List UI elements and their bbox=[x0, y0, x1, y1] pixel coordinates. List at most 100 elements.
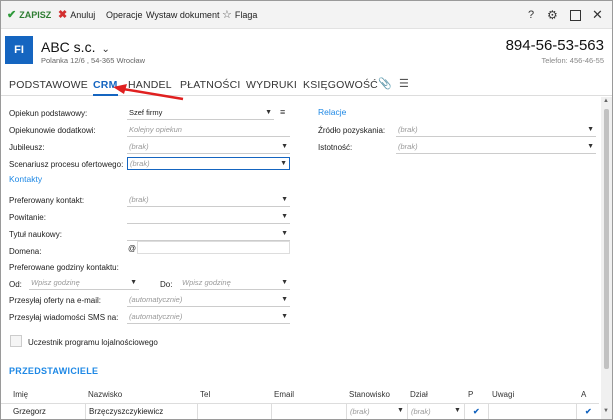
acquisition-source-select[interactable]: (brak) ▼ bbox=[396, 124, 596, 137]
from-label: Od: bbox=[9, 280, 22, 289]
from-hour-select[interactable]: Wpisz godzinę ▼ bbox=[29, 277, 139, 290]
cell-divider bbox=[197, 404, 198, 419]
scroll-down-icon[interactable]: ▼ bbox=[603, 408, 609, 414]
send-offers-email-select[interactable]: (automatycznie) ▼ bbox=[127, 294, 290, 307]
to-label: Do: bbox=[160, 280, 173, 289]
chevron-down-icon[interactable]: ⌄ bbox=[101, 44, 109, 55]
history-list-icon[interactable]: ☰ bbox=[399, 77, 409, 90]
cell-divider bbox=[488, 404, 489, 419]
additional-guardians-input[interactable]: Kolejny opiekun bbox=[127, 124, 290, 137]
chevron-down-icon: ▼ bbox=[587, 126, 594, 133]
to-hour-select[interactable]: Wpisz godzinę ▼ bbox=[180, 277, 290, 290]
main-guardian-label: Opiekun podstawowy: bbox=[9, 109, 88, 118]
send-sms-select[interactable]: (automatycznie) ▼ bbox=[127, 311, 290, 324]
column-header[interactable]: A bbox=[581, 390, 586, 399]
column-header[interactable]: Uwagi bbox=[492, 390, 514, 399]
company-address: Polanka 12/6 , 54-365 Wrocław bbox=[41, 56, 146, 65]
chevron-down-icon: ▼ bbox=[281, 143, 288, 150]
cell-divider bbox=[576, 404, 577, 419]
cell-divider bbox=[407, 404, 408, 419]
to-hour-value: Wpisz godzinę bbox=[182, 278, 231, 287]
tab-payments[interactable]: PŁATNOŚCI bbox=[180, 79, 241, 91]
acquisition-source-value: (brak) bbox=[398, 125, 418, 134]
tab-basic[interactable]: PODSTAWOWE bbox=[9, 79, 88, 91]
toolbar: ✔ ZAPISZ ✖ Anuluj Operacje Wystaw dokument… bbox=[1, 1, 612, 29]
gear-icon[interactable]: ⚙ bbox=[547, 7, 558, 23]
menu-icon[interactable]: ≡ bbox=[280, 107, 285, 117]
jubilee-select[interactable]: (brak) ▼ bbox=[127, 141, 290, 154]
flag-button[interactable]: ☆ Flaga bbox=[222, 8, 257, 22]
save-label: ZAPISZ bbox=[19, 10, 52, 20]
table-row[interactable]: Grzegorz Brzęczyszczykiewicz (brak) ▼ (b… bbox=[1, 403, 599, 419]
secondary-phone: Telefon: 456-46-55 bbox=[541, 56, 604, 65]
company-name[interactable]: ABC s.c. ⌄ bbox=[41, 39, 110, 55]
contacts-section-title: Kontakty bbox=[9, 174, 43, 184]
contractor-window: ✔ ZAPISZ ✖ Anuluj Operacje Wystaw dokument… bbox=[0, 0, 613, 420]
representatives-table-header: Imię Nazwisko Tel Email Stanowisko Dział… bbox=[1, 389, 599, 403]
send-offers-email-label: Przesyłaj oferty na e-mail: bbox=[9, 296, 102, 305]
greeting-select[interactable]: ▼ bbox=[127, 211, 290, 224]
column-header[interactable]: P bbox=[468, 390, 473, 399]
loyalty-program-checkbox[interactable] bbox=[10, 335, 22, 347]
chevron-down-icon: ▼ bbox=[281, 196, 288, 203]
checkmark-icon: ✔ bbox=[7, 9, 17, 21]
preferred-contact-label: Preferowany kontakt: bbox=[9, 196, 85, 205]
importance-value: (brak) bbox=[398, 142, 418, 151]
scrollbar-thumb[interactable] bbox=[604, 109, 609, 369]
scroll-up-icon[interactable]: ▲ bbox=[603, 98, 609, 104]
jubilee-value: (brak) bbox=[129, 142, 149, 151]
chevron-down-icon: ▼ bbox=[281, 296, 288, 303]
last-name-cell[interactable]: Brzęczyszczykiewicz bbox=[89, 407, 163, 416]
importance-label: Istotność: bbox=[318, 143, 353, 152]
tab-printouts[interactable]: WYDRUKI bbox=[246, 79, 297, 91]
column-header[interactable]: Tel bbox=[200, 390, 210, 399]
chevron-down-icon[interactable]: ▼ bbox=[397, 407, 404, 414]
from-hour-value: Wpisz godzinę bbox=[31, 278, 80, 287]
operations-menu[interactable]: Operacje bbox=[106, 8, 143, 22]
avatar: FI bbox=[5, 36, 33, 64]
send-sms-label: Przesyłaj wiadomości SMS na: bbox=[9, 313, 119, 322]
column-header[interactable]: Nazwisko bbox=[88, 390, 122, 399]
help-button[interactable]: ? bbox=[528, 7, 534, 23]
a-checkbox[interactable]: ✔ bbox=[585, 407, 594, 416]
company-name-text: ABC s.c. bbox=[41, 39, 96, 55]
column-header[interactable]: Email bbox=[274, 390, 294, 399]
main-guardian-select[interactable]: Szef firmy ▼ bbox=[127, 107, 274, 120]
phone-number: 894-56-53-563 bbox=[505, 37, 604, 54]
position-cell[interactable]: (brak) bbox=[350, 407, 370, 416]
importance-select[interactable]: (brak) ▼ bbox=[396, 141, 596, 154]
maximize-icon[interactable] bbox=[570, 10, 581, 21]
chevron-down-icon: ▼ bbox=[281, 313, 288, 320]
flag-label: Flaga bbox=[234, 10, 258, 20]
chevron-down-icon[interactable]: ▼ bbox=[454, 407, 461, 414]
star-icon: ☆ bbox=[222, 9, 232, 21]
save-button[interactable]: ✔ ZAPISZ bbox=[7, 8, 51, 22]
first-name-cell[interactable]: Grzegorz bbox=[13, 407, 46, 416]
department-cell[interactable]: (brak) bbox=[411, 407, 431, 416]
cancel-button[interactable]: ✖ Anuluj bbox=[58, 8, 95, 22]
chevron-down-icon: ▼ bbox=[281, 213, 288, 220]
cell-divider bbox=[464, 404, 465, 419]
academic-title-select[interactable]: ▼ bbox=[127, 228, 290, 241]
p-checkbox[interactable]: ✔ bbox=[473, 407, 482, 416]
column-header[interactable]: Dział bbox=[410, 390, 428, 399]
jubilee-label: Jubileusz: bbox=[9, 143, 45, 152]
preferred-contact-select[interactable]: (brak) ▼ bbox=[127, 194, 290, 207]
tab-bar: PODSTAWOWE CRM HANDEL PŁATNOŚCI WYDRUKI … bbox=[1, 74, 612, 96]
offer-scenario-select[interactable]: (brak) ▼ bbox=[127, 157, 290, 170]
main-guardian-value: Szef firmy bbox=[129, 108, 163, 117]
relations-section-title: Relacje bbox=[318, 107, 347, 117]
chevron-down-icon: ▼ bbox=[587, 143, 594, 150]
tab-accounting[interactable]: KSIĘGOWOŚĆ bbox=[303, 79, 378, 91]
column-header[interactable]: Stanowisko bbox=[349, 390, 390, 399]
close-window-icon[interactable]: ✕ bbox=[592, 7, 603, 23]
send-offers-email-value: (automatycznie) bbox=[129, 295, 183, 304]
domain-input[interactable] bbox=[137, 241, 290, 254]
vertical-scrollbar[interactable]: ▲ ▼ bbox=[601, 97, 612, 419]
paperclip-icon[interactable]: 📎 bbox=[378, 77, 392, 90]
cell-divider bbox=[271, 404, 272, 419]
column-header[interactable]: Imię bbox=[13, 390, 28, 399]
close-x-icon: ✖ bbox=[58, 9, 68, 21]
issue-document-menu[interactable]: Wystaw dokument bbox=[146, 8, 219, 22]
academic-title-label: Tytuł naukowy: bbox=[9, 230, 62, 239]
